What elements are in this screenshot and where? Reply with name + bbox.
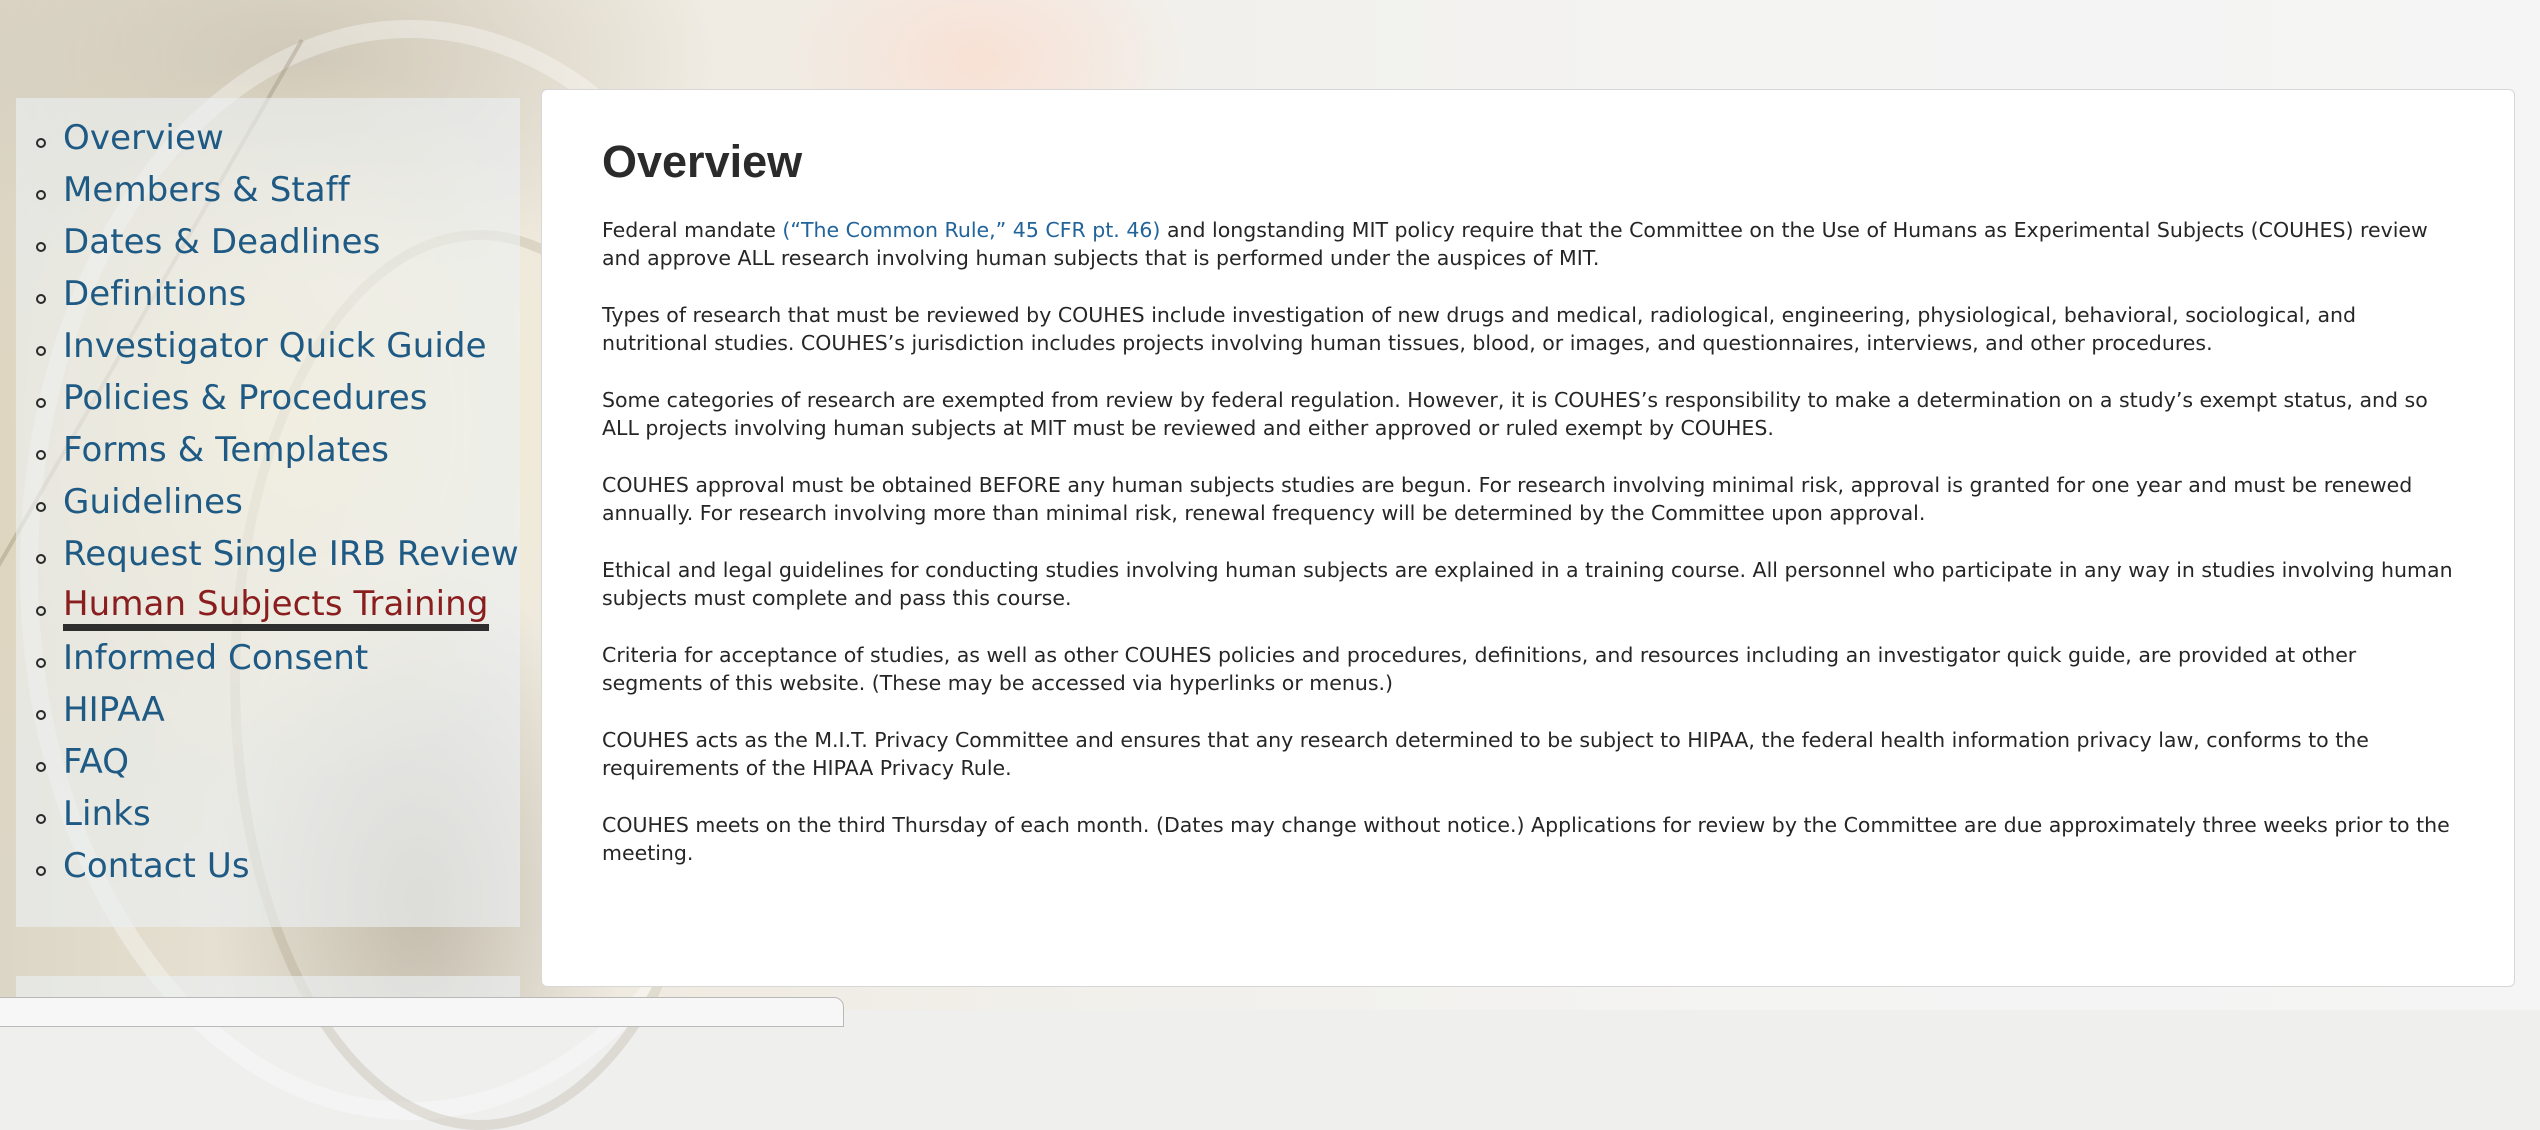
sidebar-item-members-staff: Members & Staff	[36, 168, 520, 220]
sidebar-link-informed-consent[interactable]: Informed Consent	[63, 636, 368, 680]
sidebar-item-faq: FAQ	[36, 740, 520, 792]
sidebar-link-members-staff[interactable]: Members & Staff	[63, 168, 350, 212]
sidebar-item-human-subjects-training: Human Subjects Training	[36, 584, 520, 636]
main-content: Overview Federal mandate (“The Common Ru…	[541, 89, 2515, 987]
paragraph-text: Federal mandate	[602, 218, 783, 242]
paragraph-approval-before: COUHES approval must be obtained BEFORE …	[602, 473, 2413, 525]
sidebar-link-links[interactable]: Links	[63, 792, 151, 836]
paragraph-types-of-research: Types of research that must be reviewed …	[602, 303, 2357, 355]
sidebar-item-policies-procedures: Policies & Procedures	[36, 376, 520, 428]
sidebar-nav: Overview Members & Staff Dates & Deadlin…	[16, 98, 520, 927]
sidebar-item-guidelines: Guidelines	[36, 480, 520, 532]
sidebar-link-overview[interactable]: Overview	[63, 116, 224, 160]
sidebar-link-forms-templates[interactable]: Forms & Templates	[63, 428, 389, 472]
sidebar-link-policies-procedures[interactable]: Policies & Procedures	[63, 376, 428, 420]
sidebar-link-contact-us[interactable]: Contact Us	[63, 844, 250, 888]
sidebar-item-links: Links	[36, 792, 520, 844]
sidebar-link-human-subjects-training[interactable]: Human Subjects Training	[63, 584, 489, 631]
sidebar-item-overview: Overview	[36, 116, 520, 168]
sidebar-item-definitions: Definitions	[36, 272, 520, 324]
paragraph-criteria: Criteria for acceptance of studies, as w…	[602, 643, 2357, 695]
sidebar-item-contact-us: Contact Us	[36, 844, 520, 896]
sidebar-link-faq[interactable]: FAQ	[63, 740, 129, 784]
sidebar-list: Overview Members & Staff Dates & Deadlin…	[16, 98, 520, 896]
paragraph-meeting-schedule: COUHES meets on the third Thursday of ea…	[602, 813, 2450, 865]
sidebar-item-investigator-quick-guide: Investigator Quick Guide	[36, 324, 520, 376]
paragraph-privacy-committee: COUHES acts as the M.I.T. Privacy Commit…	[602, 728, 2369, 780]
sidebar-item-dates-deadlines: Dates & Deadlines	[36, 220, 520, 272]
sidebar-link-guidelines[interactable]: Guidelines	[63, 480, 243, 524]
paragraph-exempt-categories: Some categories of research are exempted…	[602, 388, 2428, 440]
sidebar-item-request-single-irb-review: Request Single IRB Review	[36, 532, 520, 584]
sidebar-link-investigator-quick-guide[interactable]: Investigator Quick Guide	[63, 324, 487, 368]
paragraph-ethical-guidelines: Ethical and legal guidelines for conduct…	[602, 558, 2453, 610]
sidebar-link-definitions[interactable]: Definitions	[63, 272, 246, 316]
common-rule-link[interactable]: (“The Common Rule,” 45 CFR pt. 46)	[782, 218, 1160, 242]
bottom-popup-tab[interactable]	[0, 997, 844, 1027]
sidebar-link-dates-deadlines[interactable]: Dates & Deadlines	[63, 220, 380, 264]
sidebar-link-request-single-irb-review[interactable]: Request Single IRB Review	[63, 532, 519, 576]
sidebar-link-hipaa[interactable]: HIPAA	[63, 688, 165, 732]
page-title: Overview	[602, 136, 803, 187]
sidebar-item-informed-consent: Informed Consent	[36, 636, 520, 688]
paragraph-federal-mandate: Federal mandate (“The Common Rule,” 45 C…	[602, 216, 2456, 272]
sidebar-item-forms-templates: Forms & Templates	[36, 428, 520, 480]
sidebar-item-hipaa: HIPAA	[36, 688, 520, 740]
